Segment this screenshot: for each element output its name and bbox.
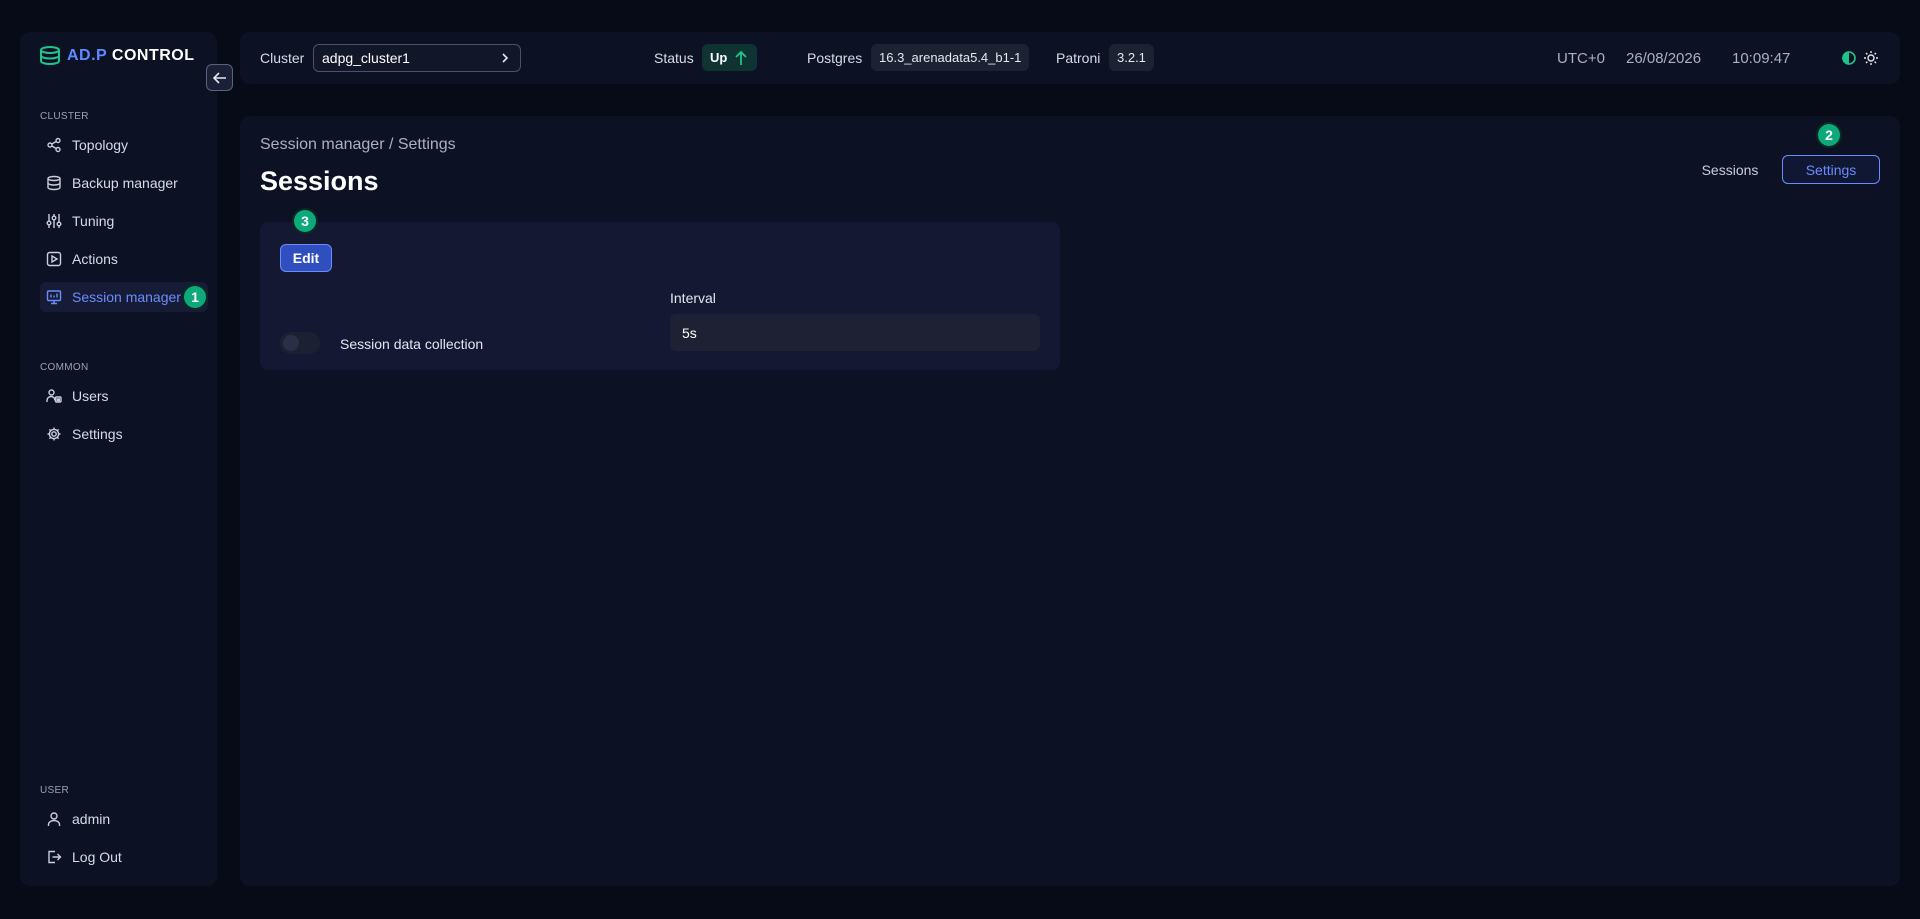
tab-sessions[interactable]: Sessions xyxy=(1694,155,1766,184)
toggle-knob xyxy=(283,335,299,351)
database-icon xyxy=(47,175,61,191)
session-data-collection-toggle[interactable] xyxy=(280,332,320,354)
sidebar-item-label: Log Out xyxy=(72,849,122,865)
date: 26/08/2026 xyxy=(1626,50,1702,67)
sidebar-item-label: Tuning xyxy=(72,213,115,229)
session-data-collection-label: Session data collection xyxy=(340,336,484,352)
edit-button[interactable]: Edit xyxy=(280,244,332,272)
step-badge-1: 1 xyxy=(184,286,206,308)
section-label-cluster: CLUSTER xyxy=(40,111,89,122)
arrow-up-icon xyxy=(735,50,747,65)
cluster-select[interactable]: adpg_cluster1 xyxy=(313,44,521,72)
theme-toggle-icon[interactable] xyxy=(1841,50,1857,66)
patroni-version: 3.2.1 xyxy=(1117,50,1146,65)
sidebar-item-label: Users xyxy=(72,388,109,404)
sidebar: AD.P CONTROL CLUSTER Topology Backup man… xyxy=(20,32,217,886)
postgres-version: 16.3_arenadata5.4_b1-1 xyxy=(879,50,1022,65)
status-badge: Up xyxy=(702,44,758,71)
section-label-user: USER xyxy=(40,785,69,796)
collapse-sidebar-button[interactable] xyxy=(206,64,233,91)
users-icon xyxy=(46,389,62,403)
sidebar-item-label: Backup manager xyxy=(72,175,178,191)
timezone: UTC+0 xyxy=(1557,50,1605,67)
sun-icon[interactable] xyxy=(1863,50,1879,66)
step-badge-3: 3 xyxy=(294,210,316,232)
sidebar-item-label: admin xyxy=(72,811,111,827)
sidebar-item-label: Topology xyxy=(72,137,129,153)
status-value: Up xyxy=(710,50,728,65)
settings-card: 3 Edit Session data collection Interval xyxy=(260,210,1060,370)
status-label: Status xyxy=(654,50,694,66)
logo[interactable]: AD.P CONTROL xyxy=(39,44,195,68)
logo-text: AD.P CONTROL xyxy=(67,47,195,65)
breadcrumb: Session manager / Settings xyxy=(260,136,456,153)
gear-icon xyxy=(47,427,61,441)
sidebar-item-topology[interactable]: Topology xyxy=(40,130,208,160)
sidebar-item-label: Session manager xyxy=(72,289,181,305)
sidebar-item-backup-manager[interactable]: Backup manager xyxy=(40,168,208,198)
chevron-right-icon xyxy=(502,53,509,63)
sidebar-item-settings[interactable]: Settings xyxy=(40,419,208,449)
page-title: Sessions xyxy=(260,166,379,196)
time: 10:09:47 xyxy=(1732,50,1791,67)
user-icon xyxy=(47,812,61,826)
logo-suffix: CONTROL xyxy=(111,47,195,64)
topbar: Cluster adpg_cluster1 Status Up Postgres… xyxy=(240,32,1900,84)
sidebar-item-actions[interactable]: Actions xyxy=(40,244,208,274)
sidebar-item-label: Settings xyxy=(72,426,123,442)
sidebar-item-users[interactable]: Users xyxy=(40,381,208,411)
main-panel: Session manager / Settings Sessions Sess… xyxy=(240,116,1900,886)
sidebar-item-tuning[interactable]: Tuning xyxy=(40,206,208,236)
step-badge-2: 2 xyxy=(1818,124,1840,146)
sidebar-item-admin[interactable]: admin xyxy=(40,804,208,834)
patroni-version-badge: 3.2.1 xyxy=(1109,44,1154,71)
patroni-label: Patroni xyxy=(1056,50,1101,66)
arrow-left-icon xyxy=(212,71,226,84)
logo-icon xyxy=(40,46,60,65)
topology-icon xyxy=(47,137,61,153)
logout-icon xyxy=(48,850,62,864)
tab-settings[interactable]: Settings xyxy=(1782,155,1880,184)
sidebar-item-session-manager[interactable]: Session manager xyxy=(40,282,208,312)
cluster-value: adpg_cluster1 xyxy=(322,50,410,66)
sliders-icon xyxy=(46,214,62,228)
sidebar-item-logout[interactable]: Log Out xyxy=(40,842,208,872)
monitor-icon xyxy=(46,290,62,305)
interval-label: Interval xyxy=(670,290,716,306)
section-label-common: COMMON xyxy=(40,362,89,373)
interval-input[interactable] xyxy=(670,314,1040,351)
sidebar-item-label: Actions xyxy=(72,251,118,267)
postgres-version-badge: 16.3_arenadata5.4_b1-1 xyxy=(871,44,1030,71)
cluster-label: Cluster xyxy=(260,50,305,66)
logo-prefix: AD.P xyxy=(67,47,107,64)
postgres-label: Postgres xyxy=(807,50,863,66)
play-square-icon xyxy=(46,251,62,267)
